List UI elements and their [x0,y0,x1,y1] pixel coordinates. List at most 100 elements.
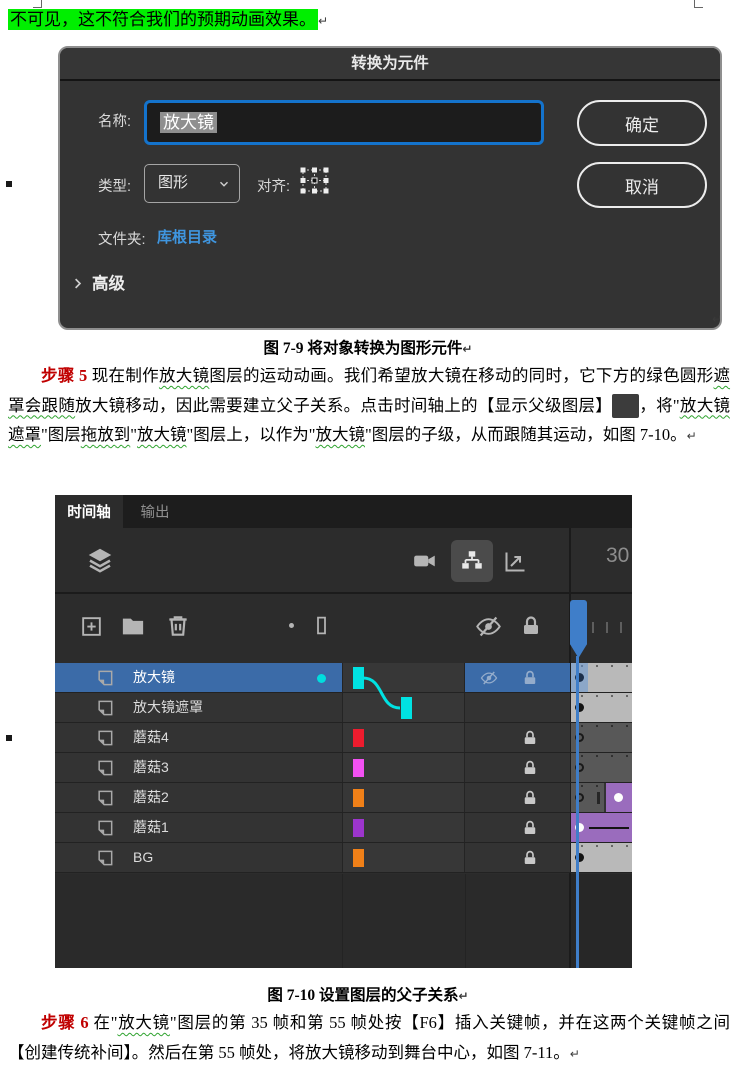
parent-tab[interactable] [353,667,364,689]
layer-row-mogu2[interactable]: 蘑菇2 [55,783,632,813]
paragraph-mark: ↵ [462,342,473,356]
ok-button[interactable]: 确定 [577,100,707,146]
timeline-body: 30 放大镜 放大镜遮罩 蘑菇4 蘑菇3 蘑菇2 蘑菇1 BG [55,528,632,968]
outline-rect-icon[interactable] [311,614,332,637]
dialog-title: 转换为元件 [60,48,720,81]
layer-page-icon [95,668,115,688]
layers-icon[interactable] [85,544,115,576]
step5-paragraph: 步骤 5 现在制作放大镜图层的运动动画。我们希望放大镜在移动的同时，它下方的绿色… [8,361,730,452]
lock-icon[interactable] [519,613,543,639]
span-end-bar [597,792,600,804]
figure-9-caption: 图 7-9 将对象转换为图形元件↵ [0,336,736,358]
frame-strip[interactable] [570,693,632,722]
add-layer-icon[interactable] [79,614,104,639]
layer-page-icon [95,818,115,838]
layer-row-zhezhao[interactable]: 放大镜遮罩 [55,693,632,723]
layer-name: 蘑菇4 [133,729,169,745]
text-segment: "图层的子级，从而跟随其运动，如图 7-10。 [364,425,687,444]
layer-page-icon [95,698,115,718]
align-label: 对齐: [257,179,291,195]
highlighted-text: 不可见，这不符合我们的预期动画效果。 [8,9,318,30]
cancel-button[interactable]: 取消 [577,162,707,208]
column-separator [569,874,571,968]
text-segment: 在" [88,1013,118,1032]
caption-text: 图 7-9 将对象转换为图形元件 [263,340,463,357]
registration-grid-icon[interactable] [300,167,330,195]
frame-strip[interactable] [570,783,632,812]
text-segment: "图层上，以作为" [186,425,316,444]
ruler-frame-number: 30 [606,544,630,567]
text-segment: ↵ [686,429,697,443]
lock-icon[interactable] [521,729,539,747]
name-label: 名称: [98,114,132,130]
frame-strip[interactable] [570,663,632,692]
toolbar-divider [55,592,632,594]
layer-row-mogu3[interactable]: 蘑菇3 [55,753,632,783]
highlighted-paragraph: 不可见，这不符合我们的预期动画效果。 ↵ [8,7,328,34]
type-value: 图形 [158,174,189,191]
playhead[interactable] [570,600,587,658]
tab-timeline[interactable]: 时间轴 [55,495,123,528]
advanced-toggle[interactable]: 高级 [70,270,125,294]
lock-icon[interactable] [521,669,539,687]
eye-slash-icon[interactable] [480,669,498,687]
layer-name: BG [133,849,154,865]
text-segment: 放大镜 [315,425,365,444]
panel-tab-strip: 时间轴 输出 [55,495,632,528]
timeline-panel: 时间轴 输出 30 放大镜 放大镜遮罩 蘑菇4 蘑菇3 蘑菇2 蘑菇1 BG [55,495,632,968]
layer-row-fangdajing[interactable]: 放大镜 [55,663,632,693]
step6-paragraph: 步骤 6 在"放大镜"图层的第 35 帧和第 55 帧处按【F6】插入关键帧，并… [8,1008,730,1069]
column-separator [465,874,466,968]
text-segment: 拖放到 [80,425,131,444]
show-parent-layers-icon [612,393,639,418]
graph-editor-icon[interactable] [502,548,529,575]
caption-text: 图 7-10 设置图层的父子关系 [267,987,459,1004]
lock-icon[interactable] [521,819,539,837]
text-segment: 图层的运动动画。我们希望放大镜在移动的同时，它下方的绿色圆形 [209,366,714,385]
advanced-label: 高级 [92,275,125,293]
lock-icon[interactable] [521,849,539,867]
highlight-dot-icon[interactable] [283,617,300,634]
frame-strip[interactable] [570,753,632,782]
text-segment: 放大镜 [158,366,210,385]
timeline-empty-area [55,874,632,968]
frame-strip[interactable] [570,843,632,872]
layer-name: 放大镜遮罩 [133,699,203,715]
eye-slash-icon[interactable] [475,613,502,640]
ruler-tick [592,622,594,633]
margin-mark [6,735,12,741]
column-separator [342,874,343,968]
folder-label: 文件夹: [98,232,146,248]
tab-output[interactable]: 输出 [123,495,187,528]
folder-icon[interactable] [119,613,147,640]
layer-color-swatch [353,759,364,777]
selected-text: 放大镜 [160,112,217,133]
lock-icon[interactable] [521,789,539,807]
paragraph-mark: ↵ [318,14,329,28]
lock-icon[interactable] [521,759,539,777]
frame-strip[interactable] [570,813,632,842]
playhead-line [576,656,579,968]
text-segment: "图层 [41,425,81,444]
layer-page-icon [95,848,115,868]
layer-color-swatch [353,729,364,747]
chevron-right-icon [70,276,85,291]
figure-10-caption: 图 7-10 设置图层的父子关系↵ [0,983,736,1005]
frame-strip[interactable] [570,723,632,752]
paragraph-mark: ↵ [712,312,723,326]
symbol-type-select[interactable]: 图形 [144,164,240,203]
camera-icon[interactable] [411,548,439,574]
trash-icon[interactable] [165,612,191,640]
type-label: 类型: [98,179,132,195]
show-parent-layers-button[interactable] [451,540,493,582]
layer-color-swatch [353,819,364,837]
layer-row-mogu1[interactable]: 蘑菇1 [55,813,632,843]
symbol-name-input[interactable]: 放大镜 [144,100,544,145]
layer-name: 放大镜 [133,669,175,685]
text-segment: 放大镜 [117,1013,170,1032]
library-root-link[interactable]: 库根目录 [157,226,217,247]
child-parent-tab[interactable] [401,697,412,719]
tween-line [589,827,629,829]
layer-row-mogu4[interactable]: 蘑菇4 [55,723,632,753]
layer-row-bg[interactable]: BG [55,843,632,873]
